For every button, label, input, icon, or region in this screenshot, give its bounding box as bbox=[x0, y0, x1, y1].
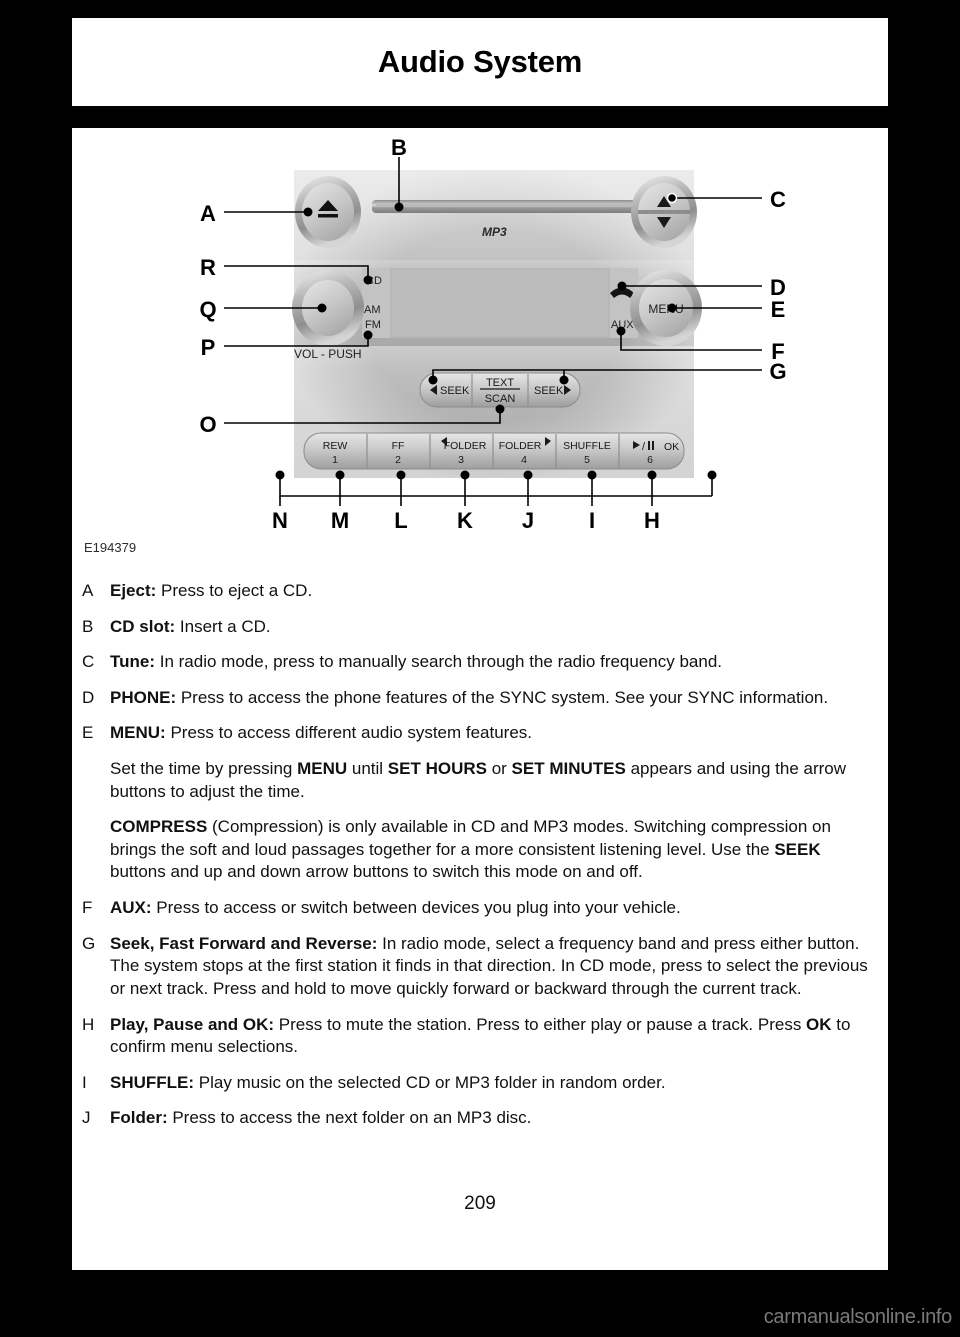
list-item-body: Eject: Press to eject a CD. bbox=[110, 580, 888, 603]
list-item-letter: F bbox=[82, 898, 93, 918]
list-item-body: CD slot: Insert a CD. bbox=[110, 616, 888, 639]
page-content-sheet: M P 3 CD AM FM AUX VOL - PUSH MENU SEEK TE… bbox=[72, 128, 888, 1270]
mp3-label: MP3 bbox=[482, 225, 507, 239]
list-item: G Seek, Fast Forward and Reverse: In radi… bbox=[72, 933, 888, 1001]
list-item: A Eject: Press to eject a CD. bbox=[72, 580, 888, 603]
callout-J: J bbox=[522, 508, 534, 533]
page-number: 209 bbox=[464, 1193, 496, 1214]
list-item: I SHUFFLE: Play music on the selected CD … bbox=[72, 1072, 888, 1095]
seek-left-label: SEEK bbox=[440, 385, 470, 397]
list-item-paragraph: Tune: In radio mode, press to manually s… bbox=[110, 652, 723, 672]
preset-1-name: REW bbox=[323, 440, 348, 452]
list-item-paragraph: Seek, Fast Forward and Reverse: In radio… bbox=[110, 933, 868, 998]
list-item: E MENU: Press to access different audio s… bbox=[72, 722, 888, 884]
preset-5-name: SHUFFLE bbox=[563, 440, 611, 452]
callout-K: K bbox=[457, 508, 473, 533]
list-item-body: Tune: In radio mode, press to manually s… bbox=[110, 651, 888, 674]
callout-L: L bbox=[394, 508, 407, 533]
list-item-letter: G bbox=[82, 933, 96, 953]
preset-6-name: OK bbox=[664, 441, 679, 453]
callout-B: B bbox=[391, 135, 407, 160]
list-item-letter: I bbox=[82, 1072, 87, 1092]
list-item-paragraph: SHUFFLE: Play music on the selected CD o… bbox=[110, 1072, 666, 1092]
list-item-paragraph: CD slot: Insert a CD. bbox=[110, 616, 271, 636]
preset-5-number: 5 bbox=[584, 454, 590, 466]
list-item-body: Seek, Fast Forward and Reverse: In radio… bbox=[110, 933, 888, 1001]
preset-1-number: 1 bbox=[332, 454, 338, 466]
callout-I: I bbox=[589, 508, 595, 533]
list-item-letter: A bbox=[82, 581, 94, 600]
callout-E: E bbox=[771, 297, 786, 322]
preset-button-row: REW 1 FF 2 FOLDER 3 FOLDER 4 SHUFFLE 5 /… bbox=[303, 432, 685, 470]
preset-2-number: 2 bbox=[395, 454, 401, 466]
callout-O: O bbox=[199, 412, 216, 437]
preset-3-number: 3 bbox=[458, 454, 464, 466]
preset-4-number: 4 bbox=[521, 454, 527, 466]
list-item-paragraph: Set the time by pressing MENU until SET … bbox=[110, 759, 847, 801]
preset-3-name: FOLDER bbox=[444, 440, 487, 452]
list-item-body: PHONE: Press to access the phone feature… bbox=[110, 687, 888, 710]
figure-code: E194379 bbox=[84, 540, 137, 555]
preset-6-number: 6 bbox=[647, 454, 653, 466]
seek-button-cluster: SEEK TEXT SCAN SEEK bbox=[419, 372, 581, 408]
list-item-paragraph: Folder: Press to access the next folder … bbox=[110, 1108, 532, 1128]
list-item-body: Folder: Press to access the next folder … bbox=[110, 1107, 888, 1130]
page-header-band: Audio System bbox=[72, 18, 888, 106]
display-window bbox=[390, 268, 610, 338]
list-item-letter: D bbox=[82, 687, 95, 707]
list-item-letter: C bbox=[82, 652, 95, 672]
list-item-paragraph: Play, Pause and OK: Press to mute the st… bbox=[110, 1014, 851, 1057]
list-item: B CD slot: Insert a CD. bbox=[72, 616, 888, 639]
callout-G: G bbox=[769, 359, 786, 384]
list-item-body: Play, Pause and OK: Press to mute the st… bbox=[110, 1014, 888, 1059]
scan-label: SCAN bbox=[485, 393, 516, 405]
callout-A: A bbox=[200, 201, 216, 226]
menu-label: MENU bbox=[648, 302, 683, 316]
text-label: TEXT bbox=[486, 377, 514, 389]
list-item-body: MENU: Press to access different audio sy… bbox=[110, 722, 888, 884]
control-description-list: A Eject: Press to eject a CD. B CD slot: In… bbox=[72, 580, 888, 1143]
list-item-letter: H bbox=[82, 1014, 95, 1034]
list-item: H Play, Pause and OK: Press to mute the s… bbox=[72, 1014, 888, 1059]
list-item: F AUX: Press to access or switch between … bbox=[72, 897, 888, 920]
list-item-paragraph: AUX: Press to access or switch between d… bbox=[110, 898, 681, 918]
am-label: AM bbox=[364, 304, 381, 316]
tune-knob bbox=[631, 176, 697, 248]
callout-P: P bbox=[201, 335, 216, 360]
preset-4-name: FOLDER bbox=[499, 440, 542, 452]
callout-Q: Q bbox=[199, 297, 216, 322]
list-item-paragraph: PHONE: Press to access the phone feature… bbox=[110, 687, 829, 707]
page-title: Audio System bbox=[377, 44, 583, 79]
seek-right-label: SEEK bbox=[534, 385, 564, 397]
callout-C: C bbox=[770, 187, 786, 212]
audio-unit-diagram: M P 3 CD AM FM AUX VOL - PUSH MENU SEEK TE… bbox=[72, 128, 888, 560]
site-watermark: carmanualsonline.info bbox=[763, 1306, 953, 1328]
callout-N: N bbox=[272, 508, 288, 533]
list-item-body: SHUFFLE: Play music on the selected CD o… bbox=[110, 1072, 888, 1095]
list-item-letter: E bbox=[82, 723, 94, 743]
list-item: D PHONE: Press to access the phone featur… bbox=[72, 687, 888, 710]
callout-R: R bbox=[200, 255, 216, 280]
list-item-paragraph: COMPRESS (Compression) is only available… bbox=[110, 817, 831, 882]
list-item-letter: J bbox=[82, 1108, 91, 1128]
list-item-body: AUX: Press to access or switch between d… bbox=[110, 897, 888, 920]
list-item-paragraph: Eject: Press to eject a CD. bbox=[110, 581, 313, 600]
callout-H: H bbox=[644, 508, 660, 533]
list-item-paragraph: MENU: Press to access different audio sy… bbox=[110, 723, 533, 743]
list-item-letter: B bbox=[82, 616, 94, 636]
preset-2-name: FF bbox=[392, 440, 405, 452]
callout-M: M bbox=[331, 508, 349, 533]
list-item: C Tune: In radio mode, press to manually … bbox=[72, 651, 888, 674]
fm-label: FM bbox=[365, 319, 381, 331]
list-item: J Folder: Press to access the next folder… bbox=[72, 1107, 888, 1130]
volume-push-label: VOL - PUSH bbox=[294, 347, 362, 361]
